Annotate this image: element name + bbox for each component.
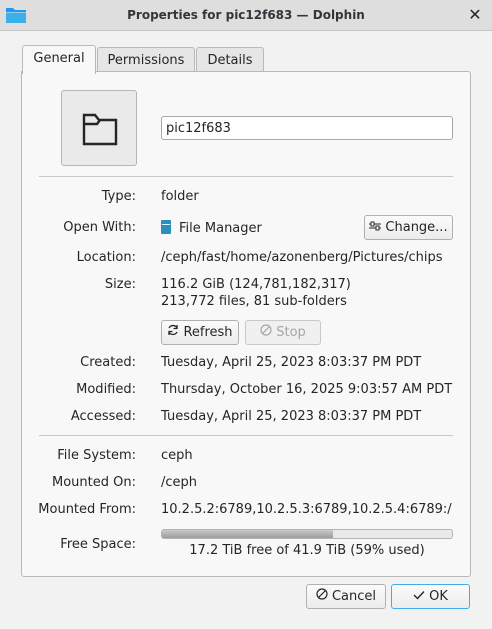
free-space-bar-fill bbox=[162, 530, 334, 538]
cancel-icon bbox=[316, 585, 328, 608]
size-detail: 213,772 files, 81 sub-folders bbox=[161, 294, 347, 309]
created-value: Tuesday, April 25, 2023 8:03:37 PM PDT bbox=[161, 355, 422, 370]
free-space-label: Free Space: bbox=[60, 537, 136, 552]
stop-label: Stop bbox=[276, 325, 306, 340]
tab-label: Permissions bbox=[107, 53, 185, 68]
separator bbox=[39, 435, 453, 436]
size-label: Size: bbox=[104, 277, 136, 292]
type-label: Type: bbox=[101, 189, 136, 204]
location-label: Location: bbox=[76, 250, 136, 265]
name-input[interactable] bbox=[161, 116, 453, 140]
size-value: 116.2 GiB (124,781,182,317) bbox=[161, 277, 351, 292]
check-icon bbox=[413, 585, 425, 608]
tab-label: General bbox=[33, 51, 85, 66]
refresh-button[interactable]: Refresh bbox=[161, 320, 239, 345]
change-button[interactable]: Change... bbox=[364, 215, 453, 240]
configure-icon bbox=[369, 216, 382, 239]
cancel-label: Cancel bbox=[331, 589, 377, 604]
file-system-value: ceph bbox=[161, 448, 193, 463]
created-label: Created: bbox=[80, 355, 136, 370]
file-manager-icon bbox=[161, 220, 171, 234]
ok-button[interactable]: OK bbox=[391, 584, 470, 609]
tab-details[interactable]: Details bbox=[196, 47, 264, 74]
stop-button[interactable]: Stop bbox=[245, 320, 321, 345]
ok-label: OK bbox=[429, 589, 448, 604]
free-space-text: 17.2 TiB free of 41.9 TiB (59% used) bbox=[189, 543, 425, 558]
mounted-on-label: Mounted On: bbox=[52, 475, 136, 490]
file-system-label: File System: bbox=[57, 448, 136, 463]
type-value: folder bbox=[161, 189, 199, 204]
modified-value: Thursday, October 16, 2025 9:03:57 AM PD… bbox=[161, 382, 453, 397]
tab-general[interactable]: General bbox=[22, 45, 96, 74]
refresh-label: Refresh bbox=[183, 325, 233, 340]
open-with-value: File Manager bbox=[161, 220, 262, 236]
tab-label: Details bbox=[207, 53, 253, 68]
folder-icon bbox=[82, 113, 118, 146]
open-with-app: File Manager bbox=[179, 221, 262, 236]
separator bbox=[39, 176, 453, 177]
mounted-from-label: Mounted From: bbox=[38, 502, 136, 517]
stop-icon bbox=[260, 321, 272, 344]
refresh-icon bbox=[167, 321, 179, 344]
close-button[interactable]: ✕ bbox=[466, 6, 484, 24]
window-title: Properties for pic12f683 — Dolphin bbox=[127, 8, 365, 22]
open-with-label: Open With: bbox=[63, 220, 136, 235]
tab-permissions[interactable]: Permissions bbox=[97, 47, 195, 74]
location-value: /ceph/fast/home/azonenberg/Pictures/chip… bbox=[161, 250, 443, 265]
modified-label: Modified: bbox=[76, 382, 136, 397]
icon-chooser-button[interactable] bbox=[61, 90, 137, 166]
free-space-bar bbox=[161, 529, 453, 539]
mounted-on-value: /ceph bbox=[161, 475, 198, 490]
change-button-label: Change... bbox=[385, 220, 448, 235]
accessed-value: Tuesday, April 25, 2023 8:03:37 PM PDT bbox=[161, 409, 422, 424]
title-bar: Properties for pic12f683 — Dolphin ✕ bbox=[0, 0, 492, 31]
mounted-from-value: 10.2.5.2:6789,10.2.5.3:6789,10.2.5.4:678… bbox=[161, 502, 452, 517]
cancel-button[interactable]: Cancel bbox=[306, 584, 386, 609]
accessed-label: Accessed: bbox=[70, 409, 136, 424]
